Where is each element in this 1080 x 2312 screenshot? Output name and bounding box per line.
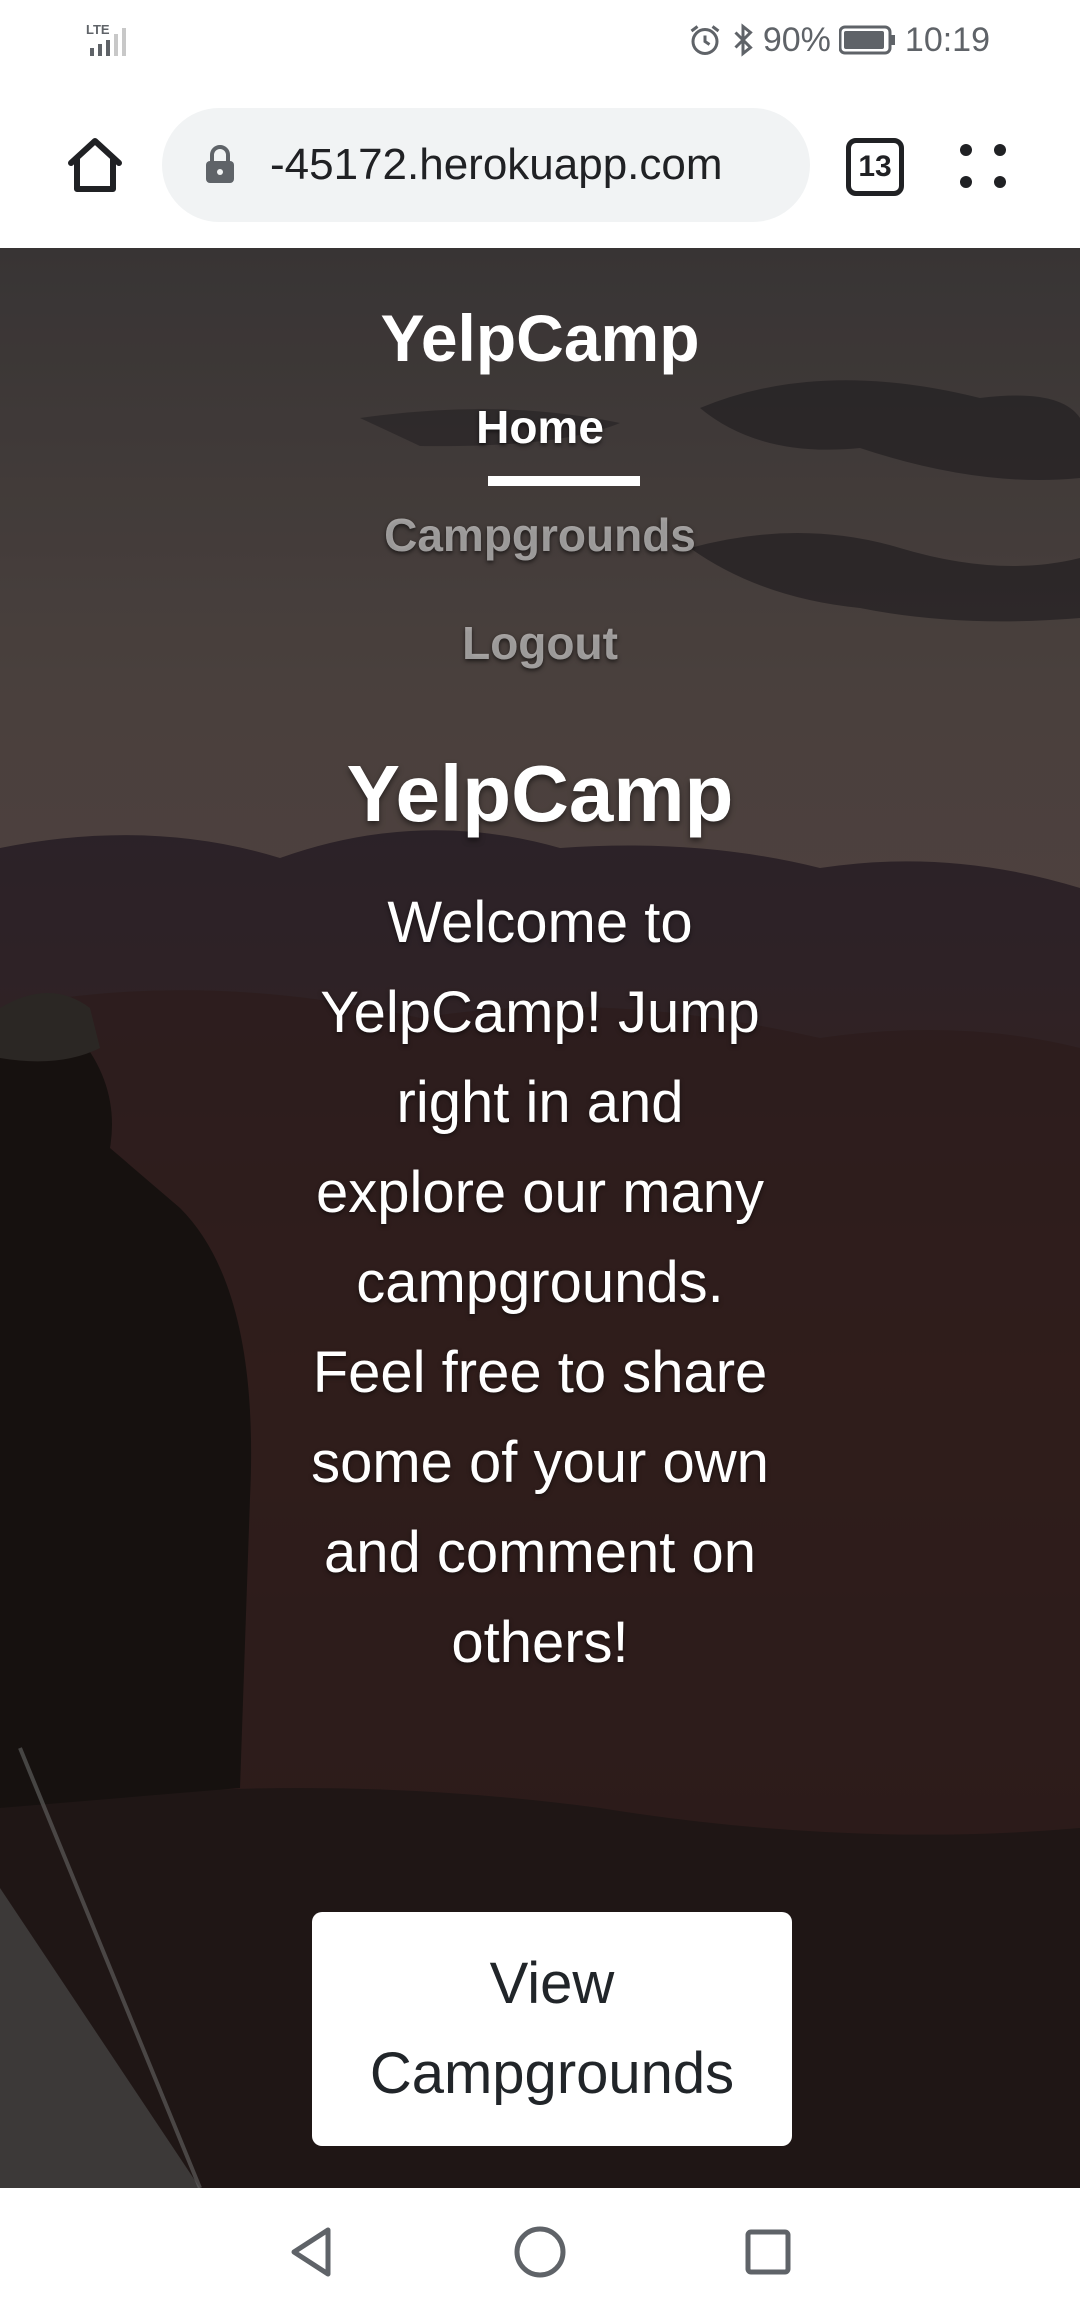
active-nav-indicator (488, 476, 640, 486)
circle-home-icon[interactable] (510, 2222, 570, 2282)
more-menu-icon[interactable] (954, 136, 1014, 196)
browser-toolbar: -45172.herokuapp.com 13 (0, 80, 1080, 248)
status-bar: LTE 90% 10:19 (0, 0, 1080, 80)
tab-switcher-button[interactable]: 13 (846, 138, 904, 196)
svg-text:LTE: LTE (86, 22, 110, 37)
recents-icon[interactable] (738, 2222, 798, 2282)
status-icons: 90% 10:19 (687, 18, 990, 62)
nav-link-logout[interactable]: Logout (0, 616, 1080, 670)
cover-title: YelpCamp (346, 749, 734, 838)
clock: 10:19 (904, 20, 990, 59)
url-text[interactable]: -45172.herokuapp.com (270, 140, 723, 190)
alarm-icon (687, 22, 723, 58)
back-icon[interactable] (282, 2222, 342, 2282)
bluetooth-icon (731, 22, 755, 58)
battery-percent: 90% (762, 20, 831, 59)
battery-icon (838, 25, 897, 55)
cover-lead-text: Welcome to YelpCamp! Jump right in and e… (311, 890, 769, 1675)
view-campgrounds-button[interactable]: View Campgrounds (312, 1912, 792, 2146)
signal-icon: LTE (86, 20, 146, 60)
nav-link-home[interactable]: Home (0, 400, 1080, 454)
system-navigation-bar (0, 2188, 1080, 2312)
nav-link-campgrounds[interactable]: Campgrounds (0, 508, 1080, 562)
url-bar[interactable]: -45172.herokuapp.com (162, 108, 810, 222)
home-icon[interactable] (60, 130, 130, 200)
hero-content: YelpCamp Home Campgrounds Logout YelpCam… (0, 248, 1080, 2188)
lock-icon (204, 145, 236, 185)
navbar-brand[interactable]: YelpCamp (0, 300, 1080, 376)
hero-section: YelpCamp Home Campgrounds Logout YelpCam… (0, 248, 1080, 2188)
